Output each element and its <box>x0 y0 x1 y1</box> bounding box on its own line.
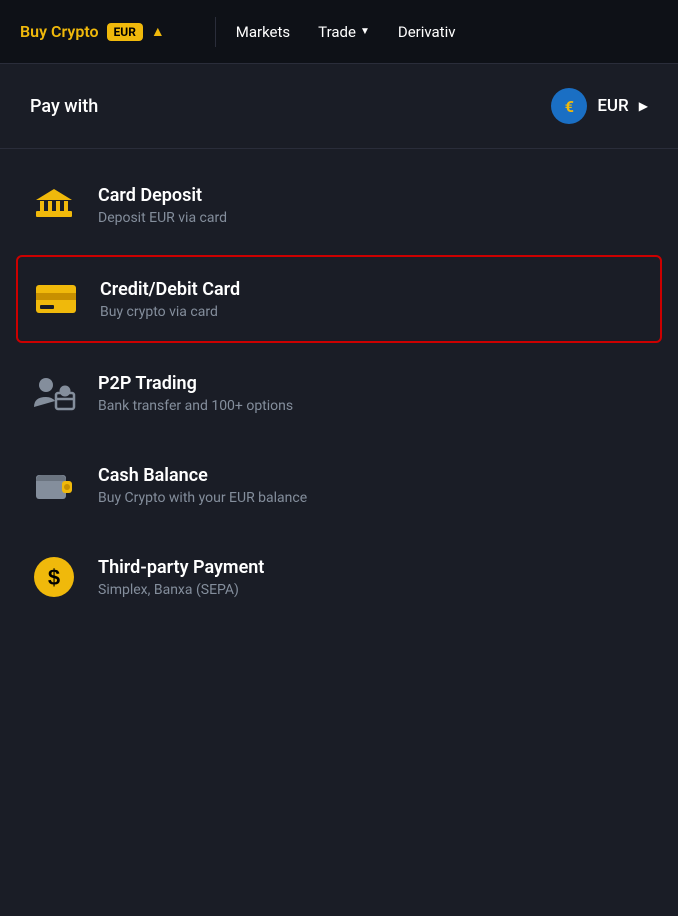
p2p-title: P2P Trading <box>98 373 648 394</box>
nav-arrow-up-icon: ▲ <box>151 23 165 40</box>
nav-derivatives[interactable]: Derivativ <box>398 23 456 41</box>
currency-selector[interactable]: € EUR ▶ <box>551 88 648 124</box>
third-party-title: Third-party Payment <box>98 557 648 578</box>
nav-markets[interactable]: Markets <box>236 23 290 41</box>
currency-arrow-icon: ▶ <box>639 99 648 113</box>
payment-option-credit-card[interactable]: Credit/Debit Card Buy crypto via card <box>16 255 662 343</box>
wallet-icon <box>32 463 76 507</box>
p2p-info: P2P Trading Bank transfer and 100+ optio… <box>98 373 648 414</box>
bank-icon <box>32 183 76 227</box>
nav-divider <box>215 17 216 47</box>
currency-symbol: € <box>565 97 574 116</box>
credit-card-icon-container <box>32 275 80 323</box>
dollar-circle-icon: $ <box>32 555 76 599</box>
third-party-info: Third-party Payment Simplex, Banxa (SEPA… <box>98 557 648 598</box>
pay-with-header: Pay with € EUR ▶ <box>0 64 678 149</box>
card-deposit-info: Card Deposit Deposit EUR via card <box>98 185 648 226</box>
payment-option-p2p[interactable]: P2P Trading Bank transfer and 100+ optio… <box>0 347 678 439</box>
cash-balance-info: Cash Balance Buy Crypto with your EUR ba… <box>98 465 648 506</box>
markets-label: Markets <box>236 23 290 41</box>
card-deposit-title: Card Deposit <box>98 185 648 206</box>
card-deposit-subtitle: Deposit EUR via card <box>98 210 648 226</box>
nav-bar: Buy Crypto EUR ▲ Markets Trade ▼ Derivat… <box>0 0 678 64</box>
nav-trade[interactable]: Trade ▼ <box>318 23 370 41</box>
credit-card-subtitle: Buy crypto via card <box>100 304 646 320</box>
currency-badge: EUR <box>107 23 143 41</box>
p2p-icon-container <box>30 369 78 417</box>
payment-option-cash-balance[interactable]: Cash Balance Buy Crypto with your EUR ba… <box>0 439 678 531</box>
cash-balance-title: Cash Balance <box>98 465 648 486</box>
payment-option-card-deposit[interactable]: Card Deposit Deposit EUR via card <box>0 159 678 251</box>
payment-option-third-party[interactable]: $ Third-party Payment Simplex, Banxa (SE… <box>0 531 678 623</box>
credit-card-title: Credit/Debit Card <box>100 279 646 300</box>
third-party-icon-container: $ <box>30 553 78 601</box>
trade-dropdown-icon: ▼ <box>360 26 370 37</box>
pay-with-label: Pay with <box>30 96 98 117</box>
buy-crypto-nav[interactable]: Buy Crypto EUR ▲ <box>20 22 165 41</box>
trade-label: Trade <box>318 23 356 41</box>
p2p-icon <box>32 371 76 415</box>
p2p-subtitle: Bank transfer and 100+ options <box>98 398 648 414</box>
cash-balance-icon-container <box>30 461 78 509</box>
currency-code: EUR <box>597 96 628 116</box>
buy-crypto-label: Buy Crypto <box>20 22 99 41</box>
derivatives-label: Derivativ <box>398 23 456 41</box>
card-deposit-icon-container <box>30 181 78 229</box>
svg-text:$: $ <box>48 565 60 590</box>
cash-balance-subtitle: Buy Crypto with your EUR balance <box>98 490 648 506</box>
main-content: Pay with € EUR ▶ Card <box>0 64 678 633</box>
third-party-subtitle: Simplex, Banxa (SEPA) <box>98 582 648 598</box>
credit-card-info: Credit/Debit Card Buy crypto via card <box>100 279 646 320</box>
currency-icon: € <box>551 88 587 124</box>
payment-options-list: Card Deposit Deposit EUR via card Credit… <box>0 149 678 633</box>
credit-card-icon <box>34 277 78 321</box>
